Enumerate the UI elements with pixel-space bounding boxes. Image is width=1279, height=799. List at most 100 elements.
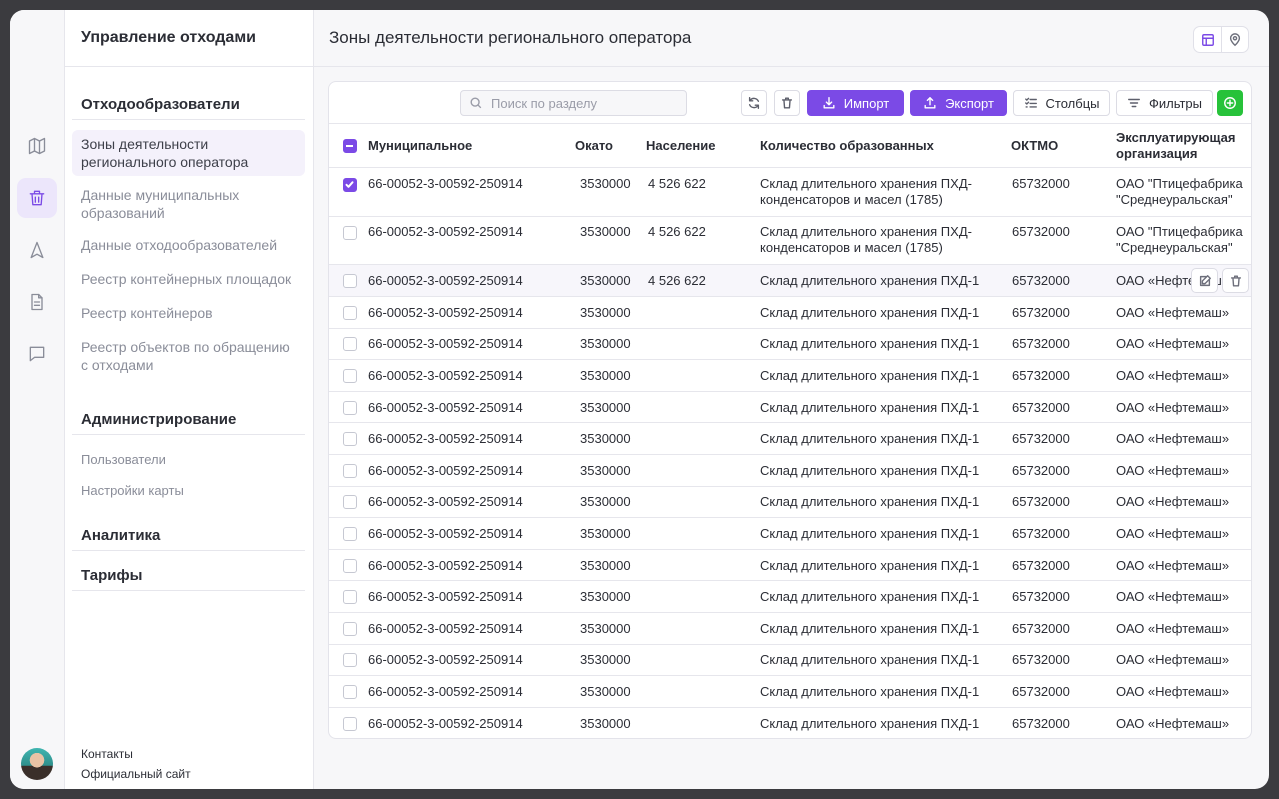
table-row[interactable]: 66-00052-3-00592-250914 3530000 Склад длит… (329, 423, 1251, 455)
row-checkbox[interactable] (343, 526, 357, 541)
map-icon[interactable] (17, 126, 57, 166)
cell-municipal: 66-00052-3-00592-250914 (368, 462, 523, 478)
table-row[interactable]: 66-00052-3-00592-250914 3530000 Склад длит… (329, 676, 1251, 708)
column-header-population[interactable]: Население (646, 124, 715, 168)
cell-organization: ОАО «Нефтемаш» (1116, 494, 1230, 510)
cell-municipal: 66-00052-3-00592-250914 (368, 589, 523, 605)
sidebar-item-container-sites[interactable]: Реестр контейнерных площадок (72, 266, 305, 292)
navigation-icon[interactable] (17, 230, 57, 270)
map-pin-icon[interactable] (1221, 27, 1248, 52)
cell-oktmo: 65732000 (1012, 494, 1070, 510)
cell-organization: ОАО «Нефтемаш» (1116, 683, 1230, 699)
official-site-link[interactable]: Официальный сайт (81, 767, 191, 781)
cell-quantity: Склад длительного хранения ПХД-1 (760, 620, 980, 636)
cell-municipal: 66-00052-3-00592-250914 (368, 525, 523, 541)
sidebar-item-operator-zones[interactable]: Зоны деятельности регионального оператор… (72, 130, 305, 176)
document-icon[interactable] (17, 282, 57, 322)
sidebar-item-containers[interactable]: Реестр контейнеров (72, 300, 305, 326)
cell-okato: 3530000 (580, 589, 631, 605)
cell-municipal: 66-00052-3-00592-250914 (368, 494, 523, 510)
contacts-link[interactable]: Контакты (81, 747, 133, 761)
row-checkbox[interactable] (343, 590, 357, 605)
export-button[interactable]: Экспорт (910, 90, 1007, 116)
edit-button[interactable] (1191, 268, 1218, 293)
row-checkbox[interactable] (343, 558, 357, 573)
table-row[interactable]: 66-00052-3-00592-250914 3530000 4 526 622 С… (329, 217, 1251, 265)
refresh-button[interactable] (741, 90, 767, 116)
cell-municipal: 66-00052-3-00592-250914 (368, 399, 523, 415)
cell-organization: ОАО "Птицефабрика "Среднеуральская" (1116, 224, 1243, 255)
sidebar-section-admin: Администрирование Пользователи Настройки… (72, 405, 305, 504)
table-row[interactable]: 66-00052-3-00592-250914 3530000 Склад длит… (329, 581, 1251, 613)
chat-icon[interactable] (17, 334, 57, 374)
row-checkbox[interactable] (343, 432, 357, 447)
cell-okato: 3530000 (580, 176, 631, 191)
cell-municipal: 66-00052-3-00592-250914 (368, 176, 523, 191)
column-header-municipal[interactable]: Муниципальное (368, 124, 472, 168)
column-header-oktmo[interactable]: ОКТМО (1011, 124, 1058, 168)
cell-okato: 3530000 (580, 399, 631, 415)
row-checkbox[interactable] (343, 305, 357, 320)
row-checkbox[interactable] (343, 653, 357, 668)
table-row[interactable]: 66-00052-3-00592-250914 3530000 Склад длит… (329, 487, 1251, 519)
table-row[interactable]: 66-00052-3-00592-250914 3530000 Склад длит… (329, 392, 1251, 424)
table-row[interactable]: 66-00052-3-00592-250914 3530000 Склад длит… (329, 613, 1251, 645)
sidebar-item-users[interactable]: Пользователи (72, 447, 305, 473)
row-checkbox[interactable] (343, 716, 357, 731)
trash-icon[interactable] (17, 178, 57, 218)
avatar[interactable] (21, 748, 53, 780)
table-row[interactable]: 66-00052-3-00592-250914 3530000 Склад длит… (329, 645, 1251, 677)
cell-okato: 3530000 (580, 367, 631, 383)
cell-organization: ОАО «Нефтемаш» (1116, 715, 1230, 731)
sidebar-section-analytics[interactable]: Аналитика (72, 521, 305, 551)
cell-okato: 3530000 (580, 620, 631, 636)
filters-button[interactable]: Фильтры (1116, 90, 1213, 116)
table-row[interactable]: 66-00052-3-00592-250914 3530000 4 526 622 С… (329, 265, 1251, 297)
cell-quantity: Склад длительного хранения ПХД-1 (760, 273, 980, 288)
row-checkbox[interactable] (343, 178, 357, 192)
search-input[interactable]: Поиск по разделу (460, 90, 687, 116)
row-checkbox[interactable] (343, 463, 357, 478)
cell-oktmo: 65732000 (1012, 399, 1070, 415)
cell-quantity: Склад длительного хранения ПХД-1 (760, 462, 980, 478)
sidebar-section-tariffs[interactable]: Тарифы (72, 561, 305, 591)
table-row[interactable]: 66-00052-3-00592-250914 3530000 Склад длит… (329, 518, 1251, 550)
table-row[interactable]: 66-00052-3-00592-250914 3530000 Склад длит… (329, 550, 1251, 582)
table-row[interactable]: 66-00052-3-00592-250914 3530000 Склад длит… (329, 297, 1251, 329)
cell-municipal: 66-00052-3-00592-250914 (368, 367, 523, 383)
cell-quantity: Склад длительного хранения ПХД-конденсат… (760, 176, 972, 207)
table-view-icon[interactable] (1194, 27, 1221, 52)
table-row[interactable]: 66-00052-3-00592-250914 3530000 4 526 622 С… (329, 169, 1251, 217)
table-row[interactable]: 66-00052-3-00592-250914 3530000 Склад длит… (329, 360, 1251, 392)
select-all-checkbox[interactable] (343, 139, 357, 153)
sidebar-item-waste-objects[interactable]: Реестр объектов по обращению с отходами (72, 334, 305, 378)
cell-municipal: 66-00052-3-00592-250914 (368, 652, 523, 668)
row-checkbox[interactable] (343, 621, 357, 636)
row-checkbox[interactable] (343, 368, 357, 383)
sidebar-title: Управление отходами (65, 10, 313, 67)
column-header-organization[interactable]: Эксплуатирующая организация (1116, 124, 1248, 168)
row-delete-button[interactable] (1222, 268, 1249, 293)
cell-quantity: Склад длительного хранения ПХД-1 (760, 715, 980, 731)
cell-oktmo: 65732000 (1012, 715, 1070, 731)
column-header-okato[interactable]: Окато (575, 124, 613, 168)
row-checkbox[interactable] (343, 495, 357, 510)
cell-okato: 3530000 (580, 431, 631, 447)
row-checkbox[interactable] (343, 274, 357, 288)
column-header-quantity[interactable]: Количество образованных (760, 124, 934, 168)
table-row[interactable]: 66-00052-3-00592-250914 3530000 Склад длит… (329, 329, 1251, 361)
columns-button[interactable]: Столбцы (1013, 90, 1110, 116)
cell-municipal: 66-00052-3-00592-250914 (368, 715, 523, 731)
sidebar-item-generators-data[interactable]: Данные отходообразователей (72, 232, 305, 258)
import-button[interactable]: Импорт (807, 90, 904, 116)
table-row[interactable]: 66-00052-3-00592-250914 3530000 Склад длит… (329, 455, 1251, 487)
sidebar-item-map-settings[interactable]: Настройки карты (72, 478, 305, 504)
row-checkbox[interactable] (343, 684, 357, 699)
table-row[interactable]: 66-00052-3-00592-250914 3530000 Склад длит… (329, 708, 1251, 738)
sidebar-item-municipal-data[interactable]: Данные муниципальных образований (72, 182, 305, 226)
add-button[interactable] (1217, 90, 1243, 116)
row-checkbox[interactable] (343, 400, 357, 415)
row-checkbox[interactable] (343, 337, 357, 352)
row-checkbox[interactable] (343, 226, 357, 240)
delete-button[interactable] (774, 90, 800, 116)
